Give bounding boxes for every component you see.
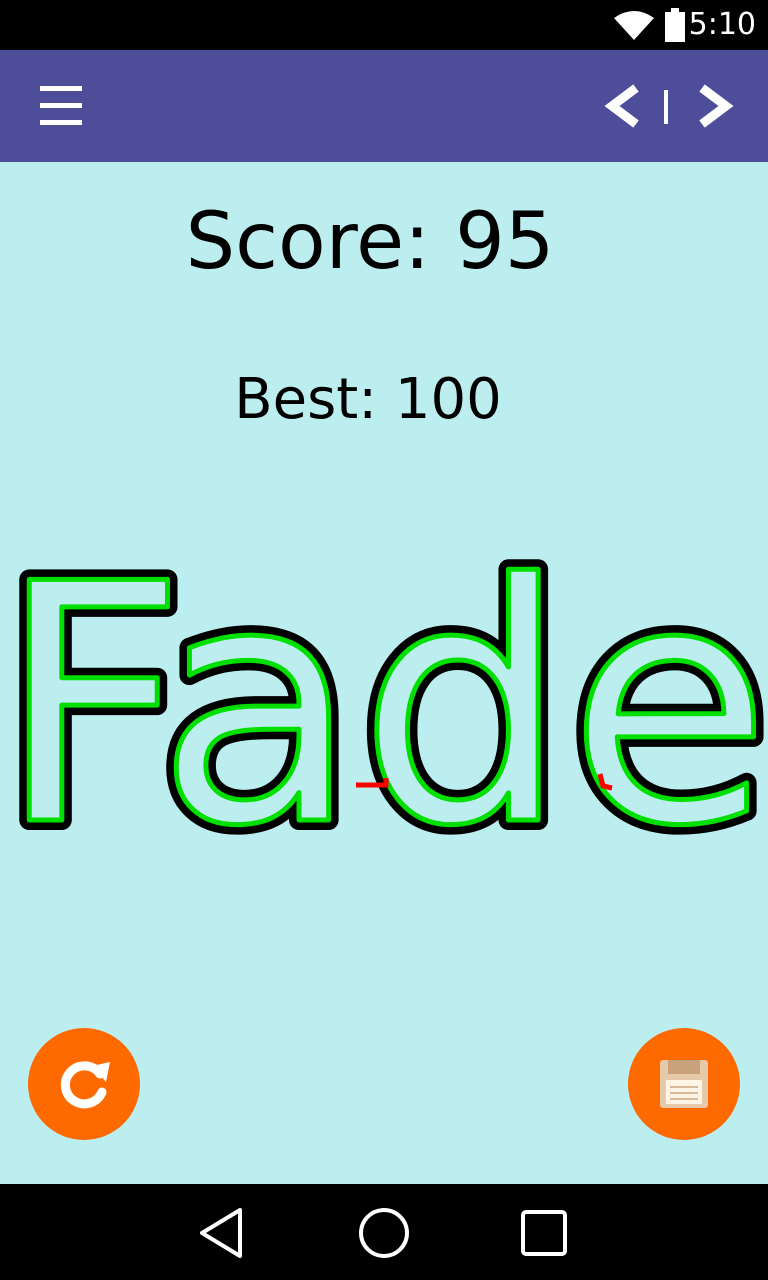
- tracing-screen: Score: 95 Best: 100 Fade Fade: [0, 162, 768, 1184]
- refresh-icon: [60, 1061, 110, 1109]
- chevron-right-icon[interactable]: [688, 80, 742, 132]
- wifi-icon: [614, 11, 654, 40]
- floppy-disk-icon: [660, 1060, 708, 1108]
- traced-word: Fade Fade: [0, 542, 768, 862]
- hamburger-menu-icon[interactable]: [30, 78, 92, 134]
- best-score-label: Best: 100: [234, 367, 502, 432]
- battery-icon: [665, 8, 685, 42]
- status-time: 5:10: [688, 7, 756, 42]
- save-button[interactable]: [628, 1028, 740, 1140]
- app-bar: [0, 50, 768, 162]
- tracing-canvas[interactable]: Fade Fade: [0, 542, 768, 862]
- chevron-left-icon[interactable]: [596, 80, 650, 132]
- word-trace: Fade: [0, 542, 768, 862]
- reset-button[interactable]: [28, 1028, 140, 1140]
- nav-divider: [664, 90, 668, 124]
- recents-square-icon[interactable]: [514, 1206, 574, 1260]
- system-nav-bar: [0, 1184, 768, 1280]
- score-label: Score: 95: [185, 197, 555, 287]
- home-circle-icon[interactable]: [352, 1204, 416, 1262]
- back-triangle-icon[interactable]: [192, 1206, 252, 1260]
- status-bar: 5:10: [0, 0, 768, 50]
